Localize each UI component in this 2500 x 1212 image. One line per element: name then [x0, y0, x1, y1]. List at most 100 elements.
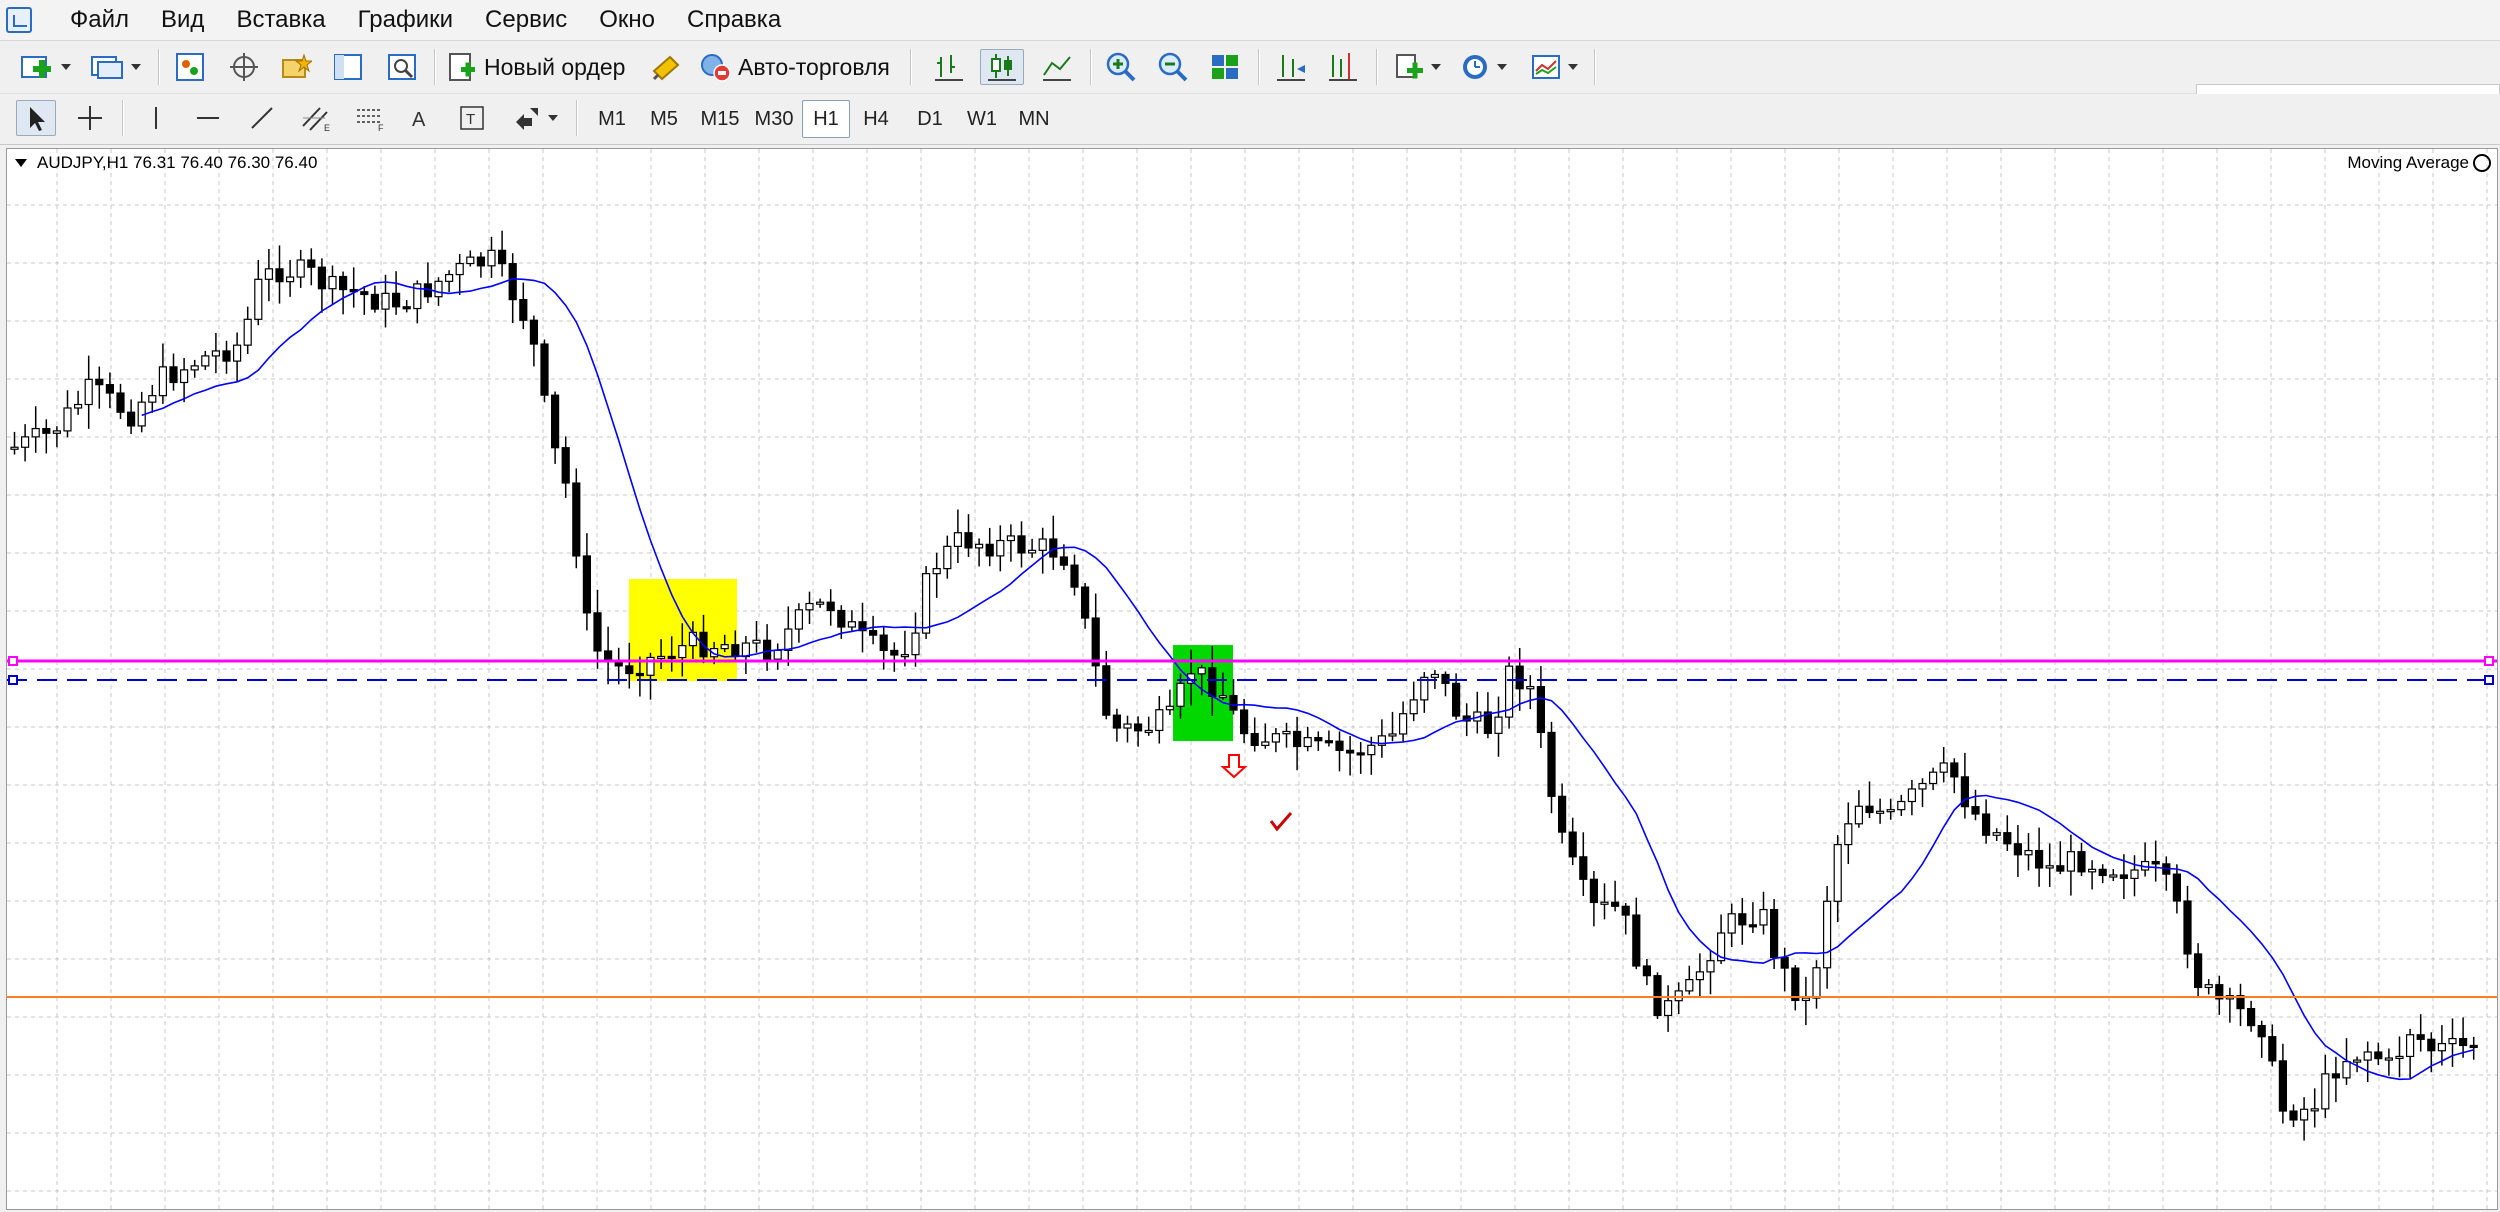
- candle-bullish: [1600, 901, 1609, 905]
- candle-bearish: [1059, 556, 1069, 566]
- dropdown-arrow-icon: [1568, 64, 1578, 70]
- candle-bearish: [1642, 965, 1652, 977]
- autoscroll-button[interactable]: [1270, 49, 1312, 85]
- price-chart[interactable]: [7, 149, 2497, 1209]
- fibonacci-button[interactable]: F: [350, 100, 390, 136]
- zoom-in-icon: [1106, 52, 1136, 82]
- strategy-tester-button[interactable]: [382, 49, 422, 85]
- candle-bullish: [1833, 843, 1842, 902]
- candle-bullish: [953, 532, 963, 547]
- candle-bearish: [879, 634, 888, 652]
- candle-bullish: [2395, 1055, 2404, 1060]
- menu-help[interactable]: Справка: [671, 6, 797, 34]
- candle-bullish: [2363, 1051, 2372, 1061]
- dropdown-arrow-icon: [1431, 64, 1441, 70]
- candle-bearish: [370, 293, 379, 310]
- timeframe-m15[interactable]: M15: [694, 100, 746, 138]
- zoom-out-button[interactable]: [1152, 49, 1194, 85]
- menu-tools[interactable]: Сервис: [469, 6, 583, 34]
- candle-bearish: [1653, 975, 1662, 1017]
- timeframe-h1[interactable]: H1: [802, 100, 850, 138]
- horizontal-line-button[interactable]: [190, 100, 226, 136]
- candle-bearish: [1239, 709, 1249, 735]
- timeframe-mn[interactable]: MN: [1010, 100, 1058, 138]
- crosshair-button[interactable]: [70, 100, 110, 136]
- candle-bearish: [2247, 1008, 2256, 1027]
- candle-bearish: [1579, 856, 1588, 880]
- candle-bullish: [264, 268, 273, 280]
- candle-bearish: [116, 392, 125, 413]
- autotrading-button[interactable]: Авто-торговля: [698, 49, 898, 85]
- menu-insert[interactable]: Вставка: [220, 6, 341, 34]
- toolbar-separator: [122, 100, 124, 136]
- candle-bullish: [1674, 990, 1683, 1002]
- text-label-button[interactable]: T: [454, 100, 490, 136]
- candle-bearish: [826, 601, 835, 612]
- candle-bullish: [688, 631, 698, 647]
- candle-bullish: [2384, 1057, 2393, 1061]
- candle-bearish: [1950, 762, 1959, 778]
- candle-bullish: [752, 639, 761, 644]
- candle-bullish: [31, 427, 40, 438]
- periods-button[interactable]: [1454, 49, 1512, 85]
- menu-window[interactable]: Окно: [583, 6, 671, 34]
- candle-bearish: [2098, 868, 2107, 877]
- indicators-button[interactable]: [1388, 49, 1446, 85]
- chart-shift-button[interactable]: [1322, 49, 1364, 85]
- candle-bearish: [1536, 685, 1546, 734]
- timeframe-m1[interactable]: M1: [588, 100, 636, 138]
- candle-bearish: [105, 384, 115, 394]
- candle-bearish: [2151, 860, 2160, 865]
- timeframe-m5[interactable]: M5: [640, 100, 688, 138]
- candle-bullish: [445, 273, 454, 282]
- trendline-button[interactable]: [244, 100, 280, 136]
- candle-bearish: [890, 649, 899, 656]
- candle-bullish: [1282, 730, 1291, 735]
- menu-view[interactable]: Вид: [145, 6, 220, 34]
- new-chart-button[interactable]: [16, 49, 74, 85]
- navigator-button[interactable]: [224, 49, 264, 85]
- folder-star-icon: [282, 53, 312, 78]
- candle-bullish: [1006, 535, 1016, 542]
- metaeditor-button[interactable]: [646, 49, 686, 85]
- candle-bullish: [815, 601, 825, 605]
- cursor-button[interactable]: [16, 100, 56, 136]
- candle-bearish: [1229, 695, 1238, 711]
- chart-shift-icon: [1329, 53, 1357, 81]
- menu-file[interactable]: Файл: [54, 6, 145, 34]
- candle-bullish: [1695, 971, 1705, 981]
- favorites-button[interactable]: [276, 49, 316, 85]
- candle-bullish: [2045, 865, 2054, 869]
- text-button[interactable]: A: [402, 100, 438, 136]
- candle-bullish: [1759, 908, 1768, 926]
- tile-windows-button[interactable]: [1204, 49, 1246, 85]
- bar-chart-button[interactable]: [928, 49, 970, 85]
- timeframe-m30[interactable]: M30: [748, 100, 800, 138]
- candle-bullish: [932, 568, 941, 575]
- indicator-label[interactable]: Moving Average: [2347, 153, 2491, 173]
- candle-bearish: [1748, 924, 1758, 928]
- menu-charts[interactable]: Графики: [342, 6, 469, 34]
- collapse-triangle-icon[interactable]: [15, 159, 27, 167]
- profiles-button[interactable]: [86, 49, 144, 85]
- candlestick-chart-button[interactable]: [980, 49, 1024, 85]
- timeframe-d1[interactable]: D1: [906, 100, 954, 138]
- candle-bearish: [1080, 586, 1090, 619]
- timeframe-h4[interactable]: H4: [852, 100, 900, 138]
- templates-button[interactable]: [1524, 49, 1584, 85]
- candle-bullish: [1398, 713, 1408, 735]
- candle-bearish: [964, 532, 973, 549]
- zoom-in-button[interactable]: [1100, 49, 1142, 85]
- market-watch-button[interactable]: [170, 49, 210, 85]
- app-icon[interactable]: [6, 7, 32, 33]
- candle-bullish: [1822, 900, 1832, 969]
- equidistant-channel-button[interactable]: E: [296, 100, 336, 136]
- candle-bearish: [582, 555, 592, 614]
- timeframe-w1[interactable]: W1: [958, 100, 1006, 138]
- terminal-button[interactable]: [328, 49, 368, 85]
- vertical-line-button[interactable]: [138, 100, 174, 136]
- chart-window[interactable]: AUDJPY,H1 76.31 76.40 76.30 76.40 Moving…: [6, 148, 2498, 1210]
- arrows-button[interactable]: [506, 100, 564, 136]
- new-order-button[interactable]: Новый ордер: [446, 49, 632, 85]
- line-chart-button[interactable]: [1036, 49, 1078, 85]
